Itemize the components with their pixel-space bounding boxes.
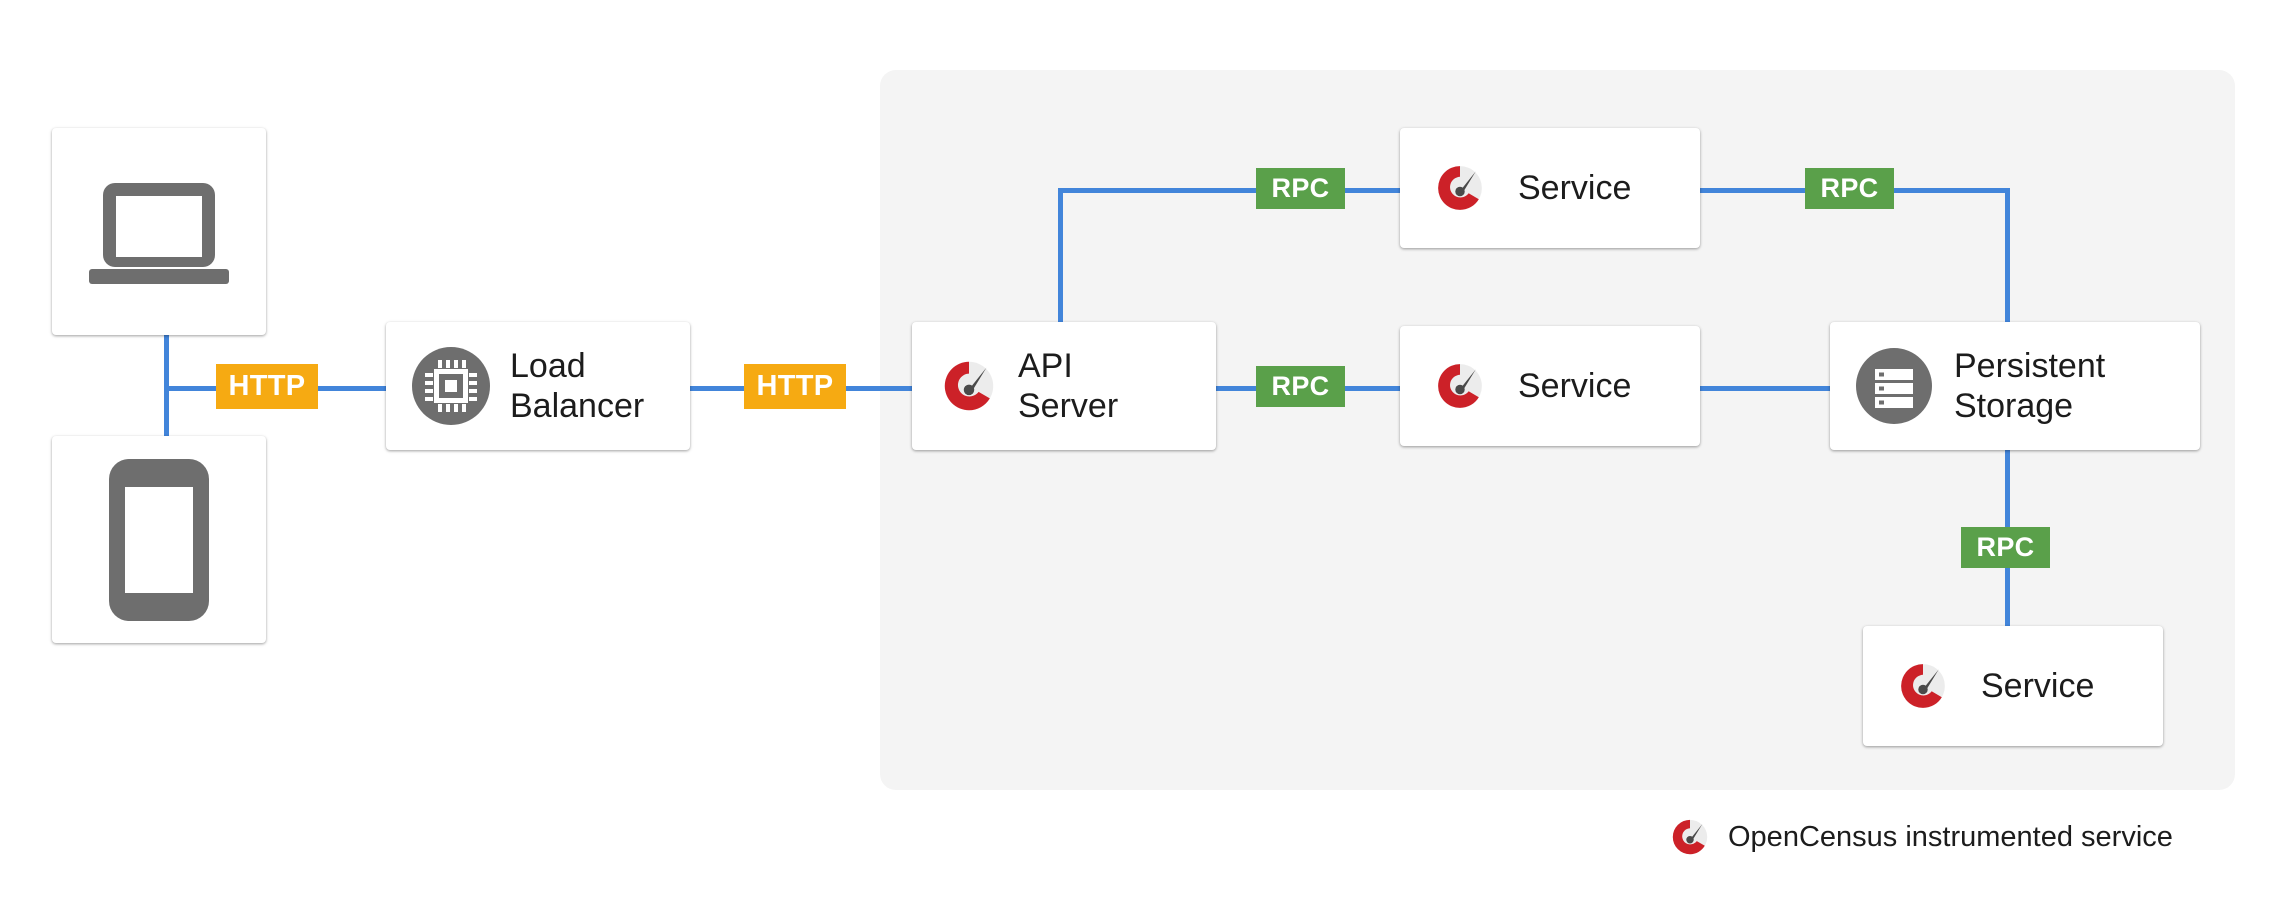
badge-http-label: HTTP — [228, 370, 306, 402]
laptop-icon — [85, 177, 233, 287]
opencensus-logo — [1432, 358, 1488, 414]
opencensus-logo — [1432, 160, 1488, 216]
architecture-diagram: HTTP HTTP Load Balancer API Server RPC R… — [0, 0, 2294, 905]
badge-rpc-label: RPC — [1976, 532, 2035, 562]
wire-api-to-service-top — [1058, 188, 1408, 193]
desktop-client-card[interactable] — [52, 128, 266, 335]
badge-rpc-storage-to-service-bottom: RPC — [1961, 527, 2050, 568]
badge-rpc-api-to-service-top: RPC — [1256, 168, 1345, 209]
badge-rpc-label: RPC — [1820, 173, 1879, 203]
wire-storage-riser — [2005, 188, 2010, 326]
load-balancer-card[interactable]: Load Balancer — [386, 322, 690, 450]
database-icon — [1856, 348, 1932, 424]
wire-api-riser — [1058, 188, 1063, 326]
service-bottom-card[interactable]: Service — [1863, 626, 2163, 746]
legend-label: OpenCensus instrumented service — [1728, 820, 2173, 853]
mobile-client-card[interactable] — [52, 436, 266, 643]
api-server-card[interactable]: API Server — [912, 322, 1216, 450]
badge-rpc-label: RPC — [1271, 173, 1330, 203]
service-middle-label: Service — [1518, 366, 1632, 405]
legend: OpenCensus instrumented service — [1668, 815, 2173, 859]
service-top-card[interactable]: Service — [1400, 128, 1700, 248]
badge-http-lb-to-api: HTTP — [744, 364, 846, 409]
service-bottom-label: Service — [1981, 666, 2095, 705]
opencensus-logo — [938, 355, 1000, 417]
load-balancer-label: Load Balancer — [510, 346, 645, 425]
badge-http-label: HTTP — [756, 370, 834, 402]
badge-rpc-api-to-service-middle: RPC — [1256, 366, 1345, 407]
cpu-chip-icon — [412, 347, 490, 425]
service-top-label: Service — [1518, 168, 1632, 207]
badge-http-clients-to-lb: HTTP — [216, 364, 318, 409]
opencensus-logo — [1895, 658, 1951, 714]
persistent-storage-label: Persistent Storage — [1954, 346, 2106, 425]
wire-service-middle-to-storage — [1700, 386, 1830, 391]
api-server-label: API Server — [1018, 346, 1119, 425]
service-middle-card[interactable]: Service — [1400, 326, 1700, 446]
opencensus-logo — [1668, 815, 1712, 859]
persistent-storage-card[interactable]: Persistent Storage — [1830, 322, 2200, 450]
badge-rpc-label: RPC — [1271, 371, 1330, 401]
mobile-phone-icon — [107, 457, 211, 623]
badge-rpc-service-top-to-storage: RPC — [1805, 168, 1894, 209]
